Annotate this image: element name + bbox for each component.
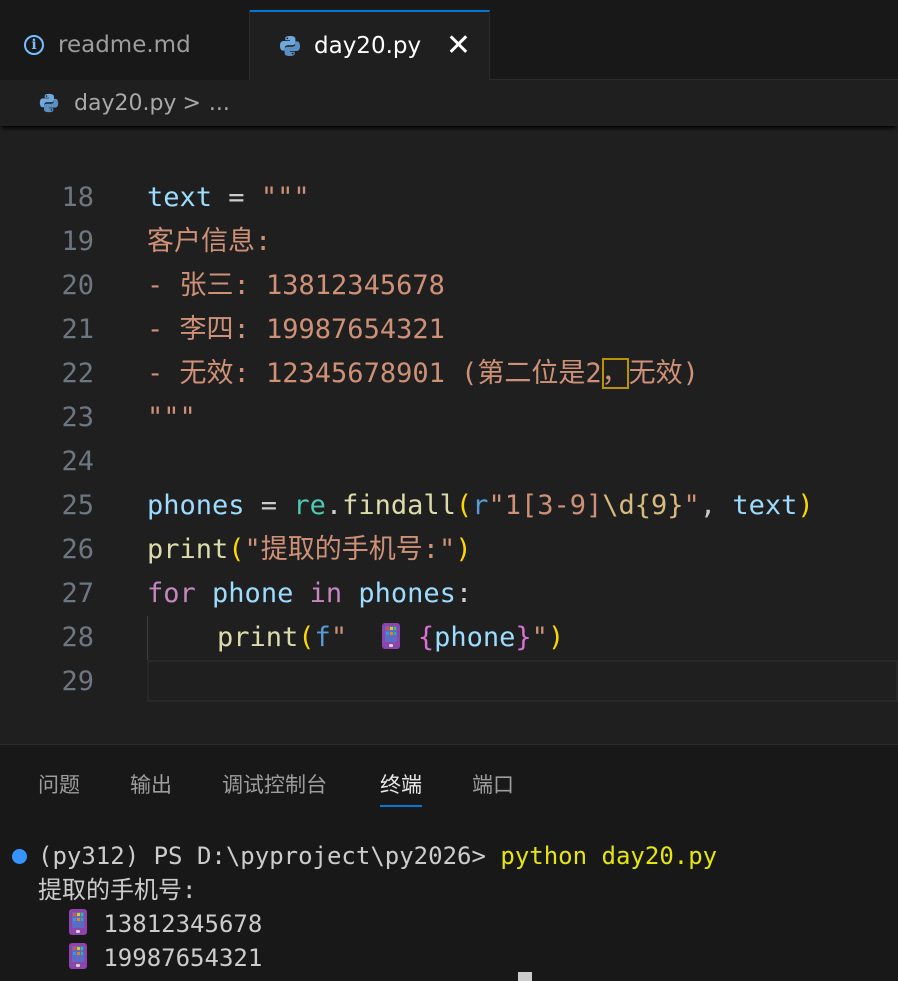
string-prefix: r <box>472 490 489 521</box>
terminal-output: 13812345678 <box>103 910 263 938</box>
tab-terminal[interactable]: 终端 <box>380 767 422 807</box>
code-line: 26 phones = re.findall(r"1[3-9]\d{9}", t… <box>0 484 898 565</box>
string: 客户信息: <box>147 226 272 257</box>
mobile-phone-icon <box>68 909 87 935</box>
string: (第二位是2 <box>444 358 602 389</box>
regex-quantifier: {9} <box>634 490 684 521</box>
keyword: in <box>309 578 343 609</box>
python-icon <box>39 93 59 113</box>
function-name: findall <box>342 490 456 521</box>
terminal-output: 19987654321 <box>103 944 263 972</box>
code-line: 20 客户信息: <box>0 220 898 301</box>
string-prefix: f <box>314 622 331 653</box>
tab-readme[interactable]: i readme.md <box>0 10 250 80</box>
indent-guide <box>147 616 148 660</box>
string: 无效) <box>628 358 699 389</box>
terminal-line: 19987654321 <box>38 941 262 975</box>
code-line: 19 text = """ <box>0 176 898 257</box>
string: 13812345678 <box>266 270 445 301</box>
identifier: re <box>293 490 326 521</box>
keyword: for <box>147 578 196 609</box>
identifier: text <box>147 182 213 213</box>
bracket: } <box>515 622 532 653</box>
string: 1 <box>504 490 521 521</box>
tab-label: readme.md <box>58 32 191 58</box>
string: - 无效: <box>147 358 267 389</box>
tab-day20[interactable]: day20.py ✕ <box>250 10 490 80</box>
bracket: ) <box>797 490 814 521</box>
breadcrumb-symbol[interactable]: ... <box>209 91 230 116</box>
string: 19987654321 <box>266 314 445 345</box>
code-line: 24 """ <box>0 396 898 477</box>
function-name: print <box>147 534 229 565</box>
string: """ <box>260 182 310 213</box>
code-line: 29 print(f" {phone}") <box>0 616 898 697</box>
code-line: 28 for phone in phones: <box>0 572 898 653</box>
string: - 张三: <box>147 270 267 301</box>
vscode-window: i readme.md day20.py ✕ day20.py > ... 18… <box>0 0 898 981</box>
bracket: ( <box>298 622 315 653</box>
code-line: 25 <box>0 440 898 521</box>
operator: : <box>455 578 473 609</box>
terminal-line: 提取的手机号: <box>38 876 197 904</box>
tab-output[interactable]: 输出 <box>130 767 172 807</box>
identifier: phone <box>434 622 516 653</box>
string: "提取的手机号:" <box>244 534 456 565</box>
string: """ <box>147 402 196 433</box>
close-icon[interactable]: ✕ <box>446 31 471 61</box>
string: " <box>683 490 700 521</box>
bracket: ) <box>547 622 565 653</box>
code-line: 27 print("提取的手机号:") <box>0 528 898 609</box>
tab-ports[interactable]: 端口 <box>472 767 514 807</box>
terminal-line: 13812345678 <box>38 907 262 941</box>
string: " <box>330 622 380 653</box>
terminal-command: python day20.py <box>500 842 718 870</box>
bracket: { <box>417 622 435 653</box>
chevron-right-icon: > <box>182 90 201 116</box>
operator: . <box>325 490 343 521</box>
code-line: 18 <box>0 132 898 213</box>
regex-escape: \d <box>602 490 635 521</box>
identifier: text <box>732 490 798 521</box>
terminal-prompt: (py312) PS D:\pyproject\py2026> <box>38 842 501 870</box>
identifier: phones <box>147 490 245 521</box>
bracket: ( <box>228 534 245 565</box>
code-line: 31 <box>0 704 898 744</box>
string: 12345678901 <box>266 358 445 389</box>
operator: , <box>699 490 733 521</box>
tab-problems[interactable]: 问题 <box>38 767 80 807</box>
terminal-line: (py312) PS D:\pyproject\py2026> python d… <box>38 839 717 873</box>
info-icon: i <box>24 35 44 55</box>
mobile-phone-icon <box>381 623 400 649</box>
code-line: 22 - 李四: 19987654321 <box>0 308 898 389</box>
tab-debug-console[interactable]: 调试控制台 <box>222 767 327 807</box>
identifier: phones <box>358 578 456 609</box>
current-line-highlight <box>147 660 898 702</box>
regex-class: [3-9] <box>520 490 603 521</box>
tab-label: day20.py <box>314 33 422 59</box>
identifier: phone <box>212 578 294 609</box>
operator: = <box>244 490 294 521</box>
editor-tab-bar: i readme.md day20.py ✕ <box>0 0 898 80</box>
code-line: 30 <box>0 660 898 704</box>
terminal-cursor <box>518 972 532 981</box>
operator: = <box>212 182 261 213</box>
panel-tabs: 问题 输出 调试控制台 终端 端口 <box>0 745 898 821</box>
string: - 李四: <box>147 314 267 345</box>
bracket: ) <box>455 534 472 565</box>
bracket: ( <box>455 490 473 521</box>
code-editor[interactable]: 18 19 text = """ 20 客户信息: 21 - 张三: 13812… <box>0 132 898 744</box>
unicode-highlight[interactable]: ， <box>601 358 629 389</box>
string: " <box>531 622 548 653</box>
command-decoration-icon[interactable] <box>12 849 27 864</box>
mobile-phone-icon <box>68 943 87 969</box>
breadcrumb-file[interactable]: day20.py <box>74 91 176 116</box>
breadcrumb: day20.py > ... <box>0 80 898 126</box>
code-line: 23 - 无效: 12345678901 (第二位是2，无效) <box>0 352 898 433</box>
code-line: 21 - 张三: 13812345678 <box>0 264 898 345</box>
function-name: print <box>217 622 299 653</box>
python-icon <box>280 36 300 56</box>
bottom-panel: 问题 输出 调试控制台 终端 端口 (py312) PS D:\pyprojec… <box>0 744 898 981</box>
string: " <box>488 490 505 521</box>
